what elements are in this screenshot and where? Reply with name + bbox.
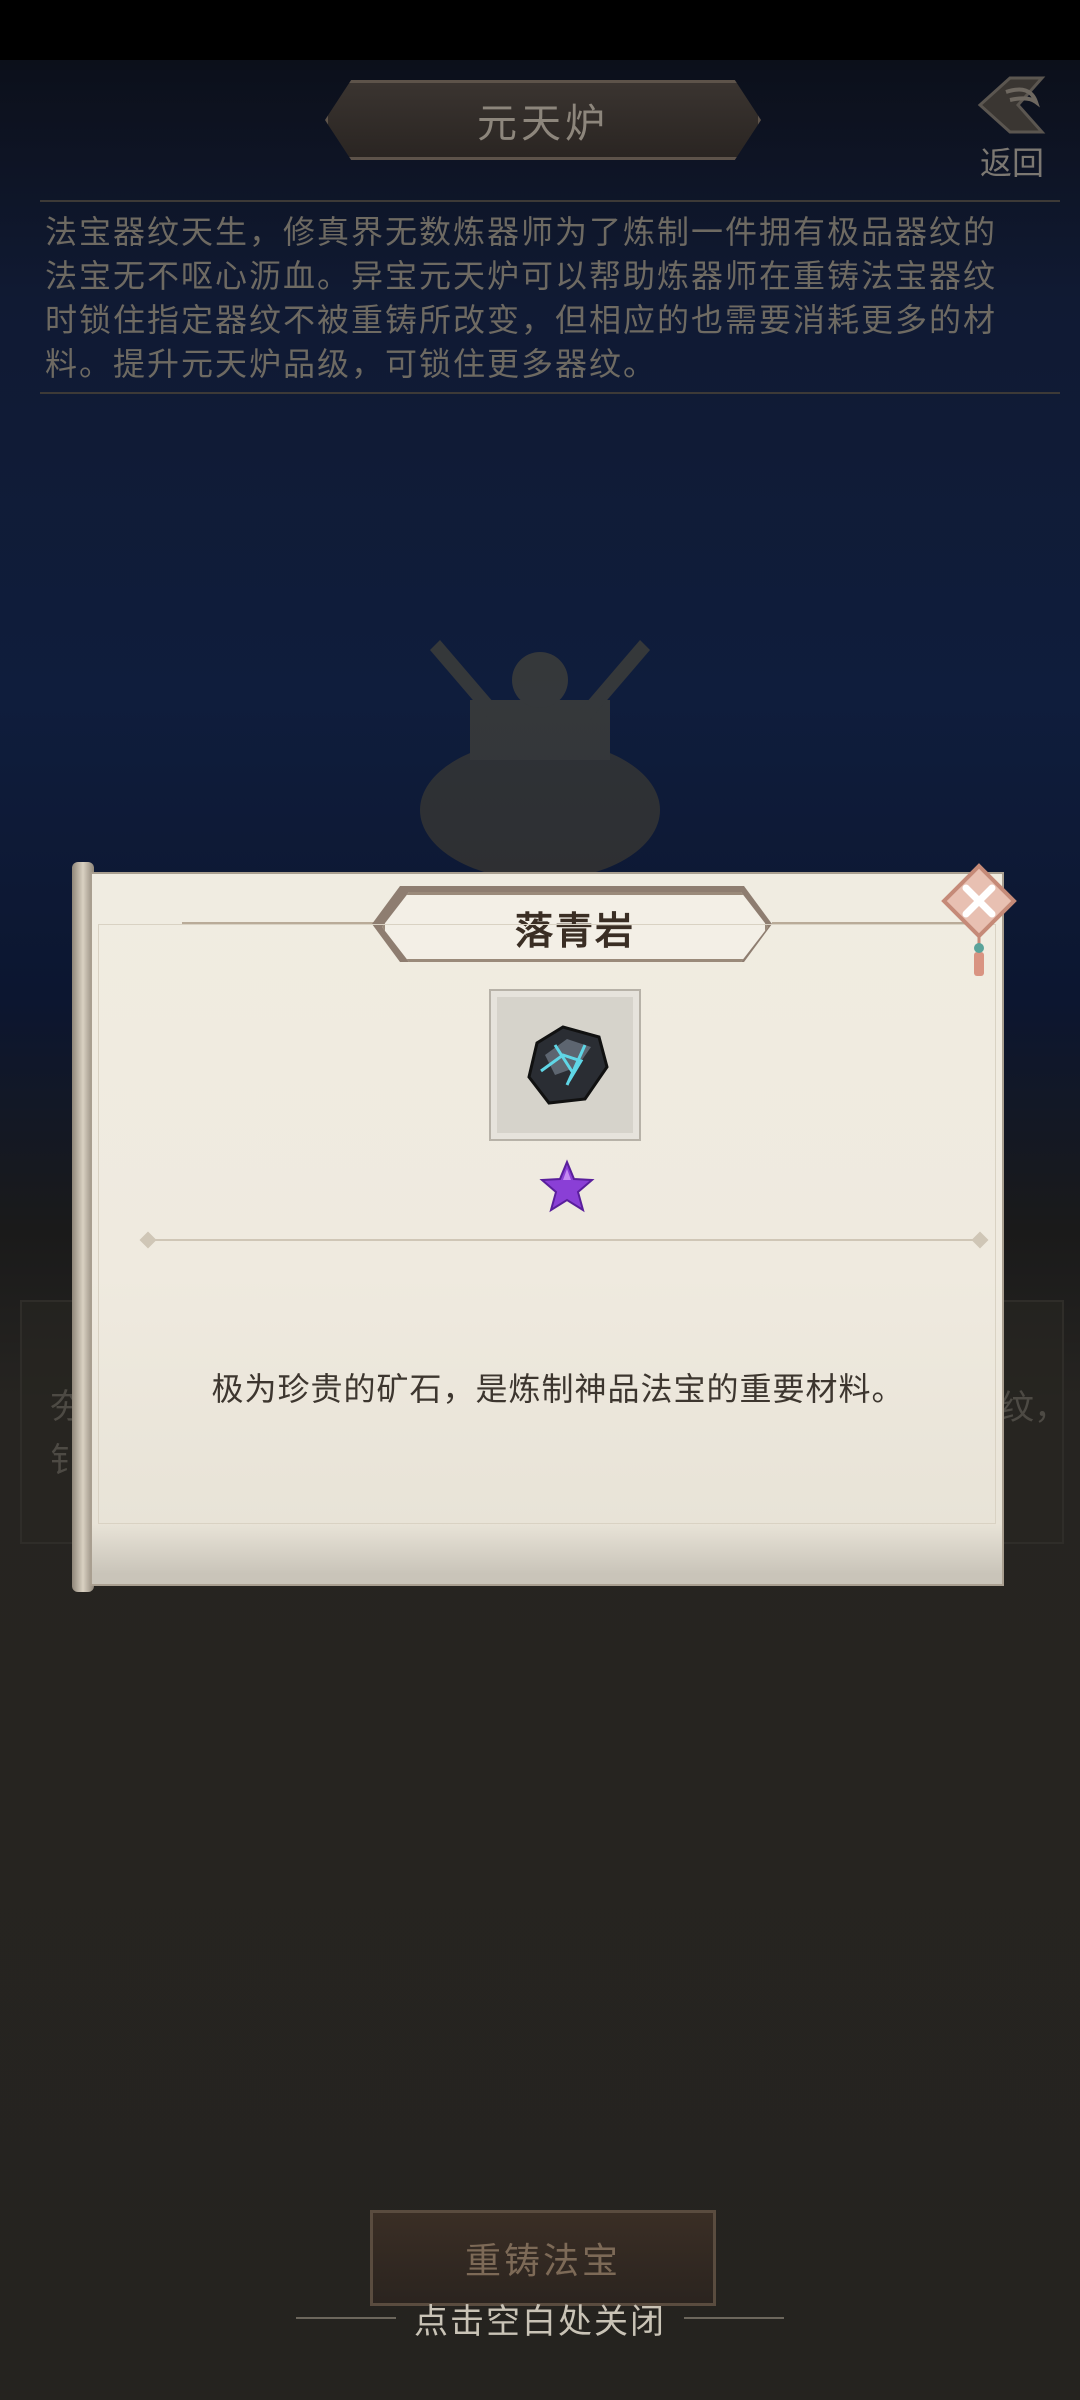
game-screen: 元天炉 返回 法宝器纹天生，修真界无数炼器师为了炼制一件拥有极品器纹的法宝无不呕…	[0, 0, 1080, 2400]
item-info-dialog: 落青岩 极为珍贵的矿石，是炼制神品法宝的重要材料。	[72, 862, 1017, 1592]
reforge-label: 重铸法宝	[464, 2241, 621, 2282]
page-title-text: 元天炉	[477, 101, 609, 147]
hint-ornament-right	[684, 2317, 784, 2319]
close-hint[interactable]: 点击空白处关闭	[0, 2293, 1080, 2343]
dialog-paper: 落青岩 极为珍贵的矿石，是炼制神品法宝的重要材料。	[90, 872, 1004, 1586]
item-description: 极为珍贵的矿石，是炼制神品法宝的重要材料。	[211, 1370, 905, 1408]
item-title-banner: 落青岩	[382, 892, 768, 962]
rarity-star-icon	[539, 1159, 595, 1213]
intro-text: 法宝器纹天生，修真界无数炼器师为了炼制一件拥有极品器纹的法宝无不呕心沥血。异宝元…	[45, 213, 998, 383]
close-hint-text: 点击空白处关闭	[414, 2301, 666, 2342]
back-arrow-icon	[977, 76, 1046, 134]
page-title: 元天炉	[325, 80, 761, 160]
close-button[interactable]	[934, 862, 1024, 982]
divider-ornament-left	[139, 1231, 157, 1249]
ore-rock-icon	[527, 1025, 609, 1105]
close-icon	[941, 863, 1017, 976]
furnace-icon	[420, 640, 660, 880]
item-name: 落青岩	[514, 908, 635, 953]
hint-ornament-left	[296, 2317, 396, 2319]
status-bar	[0, 0, 1080, 60]
item-slot	[489, 989, 641, 1141]
divider-ornament-right	[971, 1231, 989, 1249]
banner-line-left	[182, 922, 382, 925]
back-label: 返回	[980, 144, 1045, 182]
divider	[154, 1239, 974, 1241]
reforge-button[interactable]: 重铸法宝	[370, 2210, 716, 2306]
back-button[interactable]: 返回	[960, 70, 1070, 182]
